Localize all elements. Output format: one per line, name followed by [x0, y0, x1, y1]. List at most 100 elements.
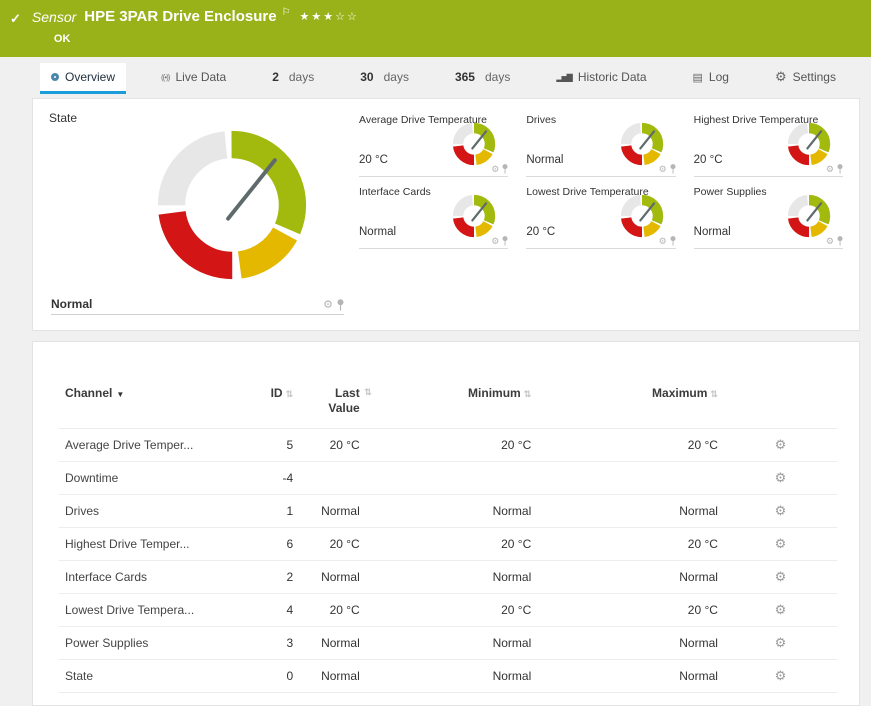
mini-gauge [452, 122, 496, 166]
flag-icon[interactable]: ⚐ [282, 7, 291, 18]
mini-gauge-value: 20 °C [694, 154, 723, 166]
channel-settings-icon[interactable]: ⚙ [775, 635, 787, 650]
sort-icon: ⇅ [286, 389, 294, 399]
state-gauge-footer: Normal ⚙ [51, 297, 344, 315]
gear-icon[interactable]: ⚙ [659, 165, 667, 174]
log-icon: ▤ [693, 71, 703, 84]
channel-settings-icon[interactable]: ⚙ [775, 602, 787, 617]
page-title: HPE 3PAR Drive Enclosure [84, 8, 276, 25]
table-row[interactable]: Interface Cards 2 Normal Normal Normal ⚙ [59, 561, 837, 594]
channel-settings-icon[interactable]: ⚙ [775, 437, 787, 452]
mini-gauge-value: Normal [694, 226, 731, 238]
channel-maximum: Normal [537, 561, 724, 594]
mini-gauge-highest-drive-temperature[interactable]: Highest Drive Temperature 20 °C ⚙ [694, 111, 843, 177]
channel-name[interactable]: Downtime [59, 462, 239, 495]
mini-gauge [620, 122, 664, 166]
channel-last-value: 20 °C [299, 528, 366, 561]
mini-gauge-drives[interactable]: Drives Normal ⚙ [526, 111, 675, 177]
sort-icon: ⇅ [524, 389, 532, 399]
channel-name[interactable]: Highest Drive Temper... [59, 528, 239, 561]
channel-settings-icon[interactable]: ⚙ [775, 503, 787, 518]
table-row[interactable]: Average Drive Temper... 5 20 °C 20 °C 20… [59, 429, 837, 462]
mini-gauge [620, 194, 664, 238]
tab-log[interactable]: ▤ Log [682, 63, 740, 94]
tab-label-number: 365 [455, 70, 475, 84]
channel-name[interactable]: Interface Cards [59, 561, 239, 594]
channel-settings-icon[interactable]: ⚙ [775, 470, 787, 485]
channel-name[interactable]: State [59, 660, 239, 693]
state-value: Normal [51, 297, 92, 311]
channel-minimum: Normal [366, 495, 538, 528]
tab-label: days [384, 70, 409, 84]
channel-last-value [299, 462, 366, 495]
mini-gauge-value: 20 °C [526, 226, 555, 238]
channel-name[interactable]: Lowest Drive Tempera... [59, 594, 239, 627]
col-header-tools [724, 386, 837, 429]
channel-minimum: Normal [366, 627, 538, 660]
channel-name[interactable]: Average Drive Temper... [59, 429, 239, 462]
table-row[interactable]: State 0 Normal Normal Normal ⚙ [59, 660, 837, 693]
gear-icon[interactable]: ⚙ [659, 237, 667, 246]
channel-id: 3 [239, 627, 300, 660]
mini-gauge-lowest-drive-temperature[interactable]: Lowest Drive Temperature 20 °C ⚙ [526, 183, 675, 249]
col-header-maximum[interactable]: Maximum⇅ [537, 386, 724, 429]
pin-icon[interactable] [502, 236, 508, 246]
mini-gauge-value: Normal [359, 226, 396, 238]
gear-icon[interactable]: ⚙ [491, 165, 499, 174]
channel-maximum: 20 °C [537, 528, 724, 561]
tab-label: Log [709, 70, 729, 84]
tab-historic-data[interactable]: ▂▅▇ Historic Data [545, 63, 657, 94]
channel-name[interactable]: Power Supplies [59, 627, 239, 660]
mini-gauge-value: 20 °C [359, 154, 388, 166]
tab-live-data[interactable]: ((•)) Live Data [150, 63, 237, 94]
col-header-channel[interactable]: Channel▼ [59, 386, 239, 429]
table-row[interactable]: Highest Drive Temper... 6 20 °C 20 °C 20… [59, 528, 837, 561]
channel-table: Channel▼ ID⇅ Last Value⇅ Minimum⇅ Maximu… [59, 386, 837, 693]
pin-icon[interactable] [837, 236, 843, 246]
col-header-label: ID [271, 386, 283, 400]
channel-settings-icon[interactable]: ⚙ [775, 668, 787, 683]
channel-last-value: Normal [299, 561, 366, 594]
pin-icon[interactable] [337, 299, 344, 311]
table-row[interactable]: Drives 1 Normal Normal Normal ⚙ [59, 495, 837, 528]
channel-minimum: Normal [366, 561, 538, 594]
tab-label: days [289, 70, 314, 84]
channel-last-value: Normal [299, 660, 366, 693]
gauge-needle [228, 160, 275, 219]
table-row[interactable]: Downtime -4 ⚙ [59, 462, 837, 495]
channel-maximum: Normal [537, 660, 724, 693]
gear-icon[interactable]: ⚙ [826, 165, 834, 174]
state-gauge-block: State Normal ⚙ [49, 111, 349, 318]
mini-gauge-average-drive-temperature[interactable]: Average Drive Temperature 20 °C ⚙ [359, 111, 508, 177]
channel-settings-icon[interactable]: ⚙ [775, 536, 787, 551]
tab-overview[interactable]: Overview [40, 63, 126, 94]
priority-stars[interactable]: ★★★☆☆ [300, 10, 359, 23]
tab-365-days[interactable]: 365 days [444, 63, 521, 94]
channel-last-value: 20 °C [299, 429, 366, 462]
channel-id: 0 [239, 660, 300, 693]
settings-gear-icon: ⚙ [775, 69, 787, 85]
pin-icon[interactable] [670, 164, 676, 174]
table-row[interactable]: Lowest Drive Tempera... 4 20 °C 20 °C 20… [59, 594, 837, 627]
gear-icon[interactable]: ⚙ [323, 300, 333, 311]
tab-30-days[interactable]: 30 days [349, 63, 420, 94]
tab-2-days[interactable]: 2 days [261, 63, 325, 94]
gear-icon[interactable]: ⚙ [826, 237, 834, 246]
col-header-last-value[interactable]: Last Value⇅ [299, 386, 366, 429]
table-row[interactable]: Power Supplies 3 Normal Normal Normal ⚙ [59, 627, 837, 660]
pin-icon[interactable] [670, 236, 676, 246]
status-badge: OK [54, 33, 359, 45]
col-header-minimum[interactable]: Minimum⇅ [366, 386, 538, 429]
pin-icon[interactable] [837, 164, 843, 174]
mini-gauge-interface-cards[interactable]: Interface Cards Normal ⚙ [359, 183, 508, 249]
tab-settings[interactable]: ⚙ Settings [764, 63, 847, 94]
gear-icon[interactable]: ⚙ [491, 237, 499, 246]
channel-settings-icon[interactable]: ⚙ [775, 569, 787, 584]
channel-maximum: Normal [537, 495, 724, 528]
tab-label: Overview [65, 70, 115, 84]
channel-name[interactable]: Drives [59, 495, 239, 528]
pin-icon[interactable] [502, 164, 508, 174]
col-header-id[interactable]: ID⇅ [239, 386, 300, 429]
table-header-row: Channel▼ ID⇅ Last Value⇅ Minimum⇅ Maximu… [59, 386, 837, 429]
mini-gauge-power-supplies[interactable]: Power Supplies Normal ⚙ [694, 183, 843, 249]
